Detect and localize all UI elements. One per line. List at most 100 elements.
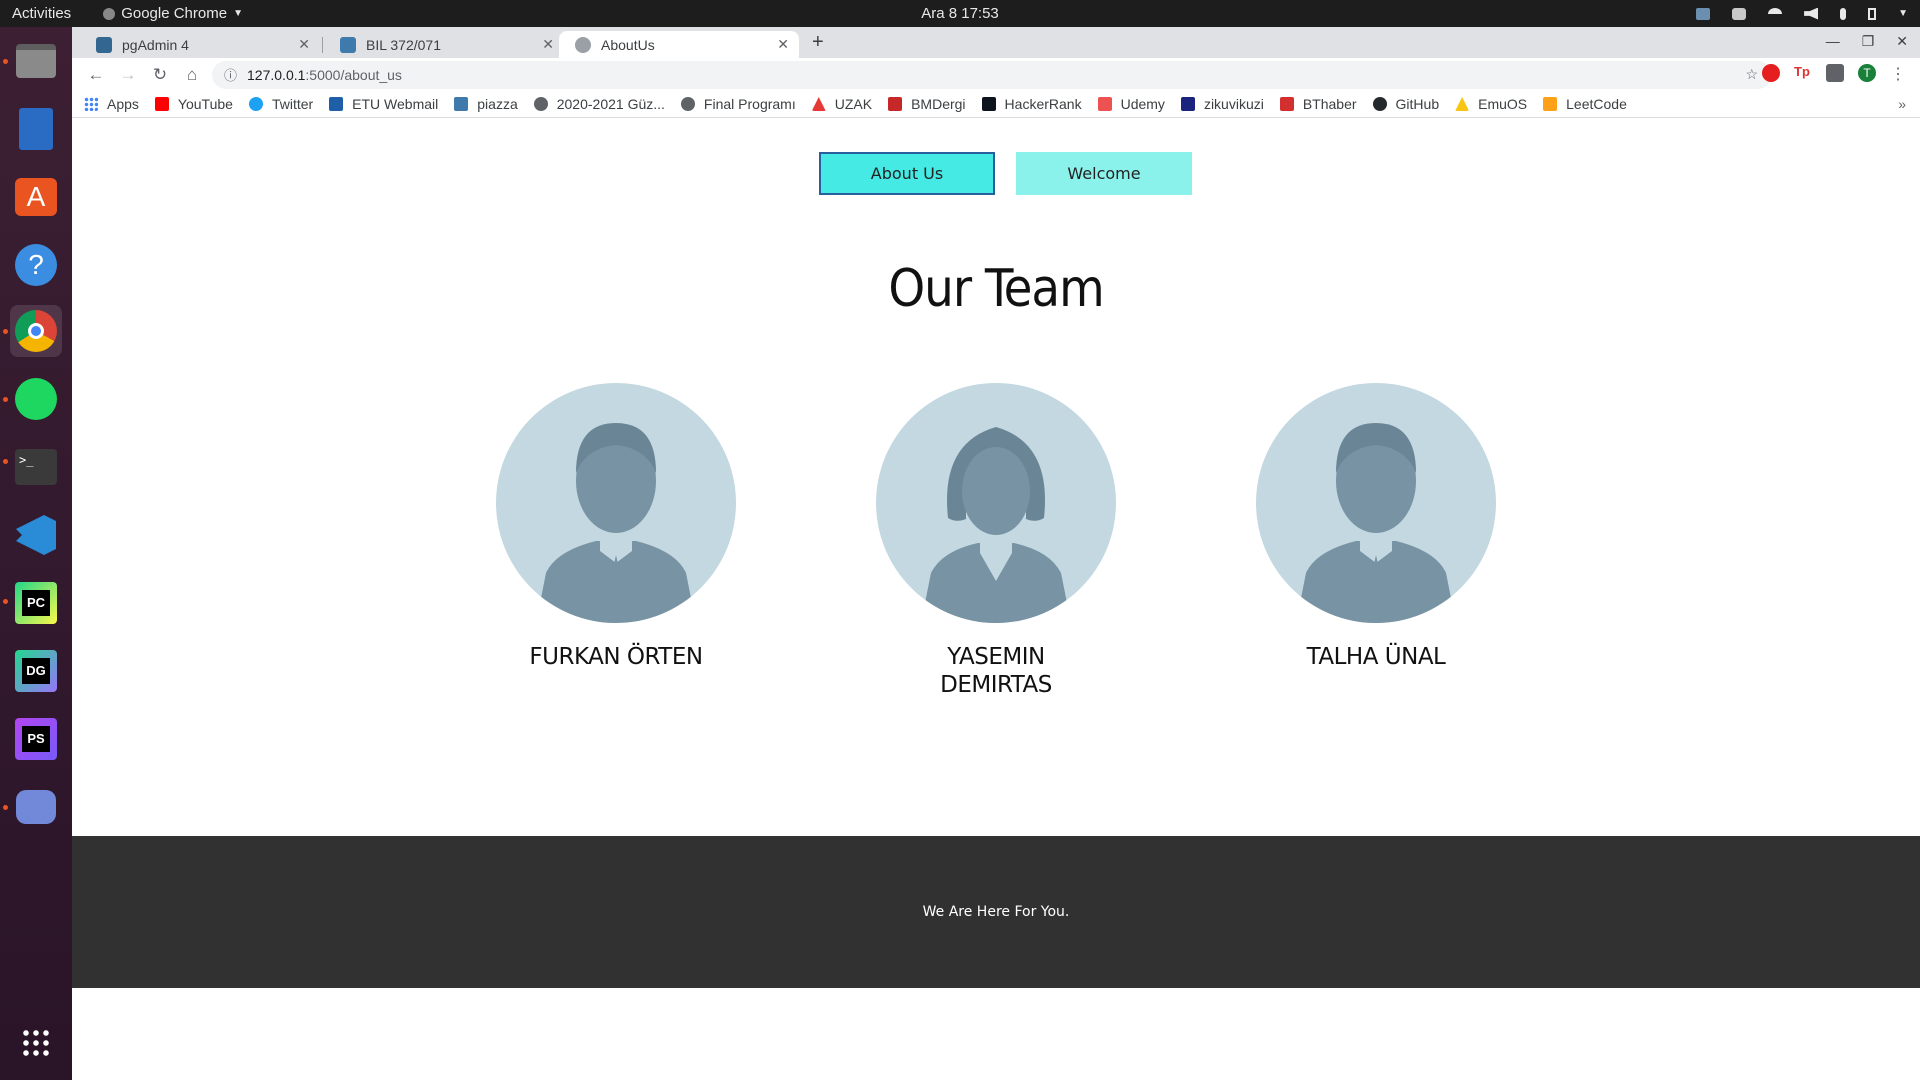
application-dock: A ? >_ PC DG PS <box>0 27 72 1080</box>
member-name: YASEMIN DEMIRTAS <box>940 644 1052 698</box>
back-arrow-icon[interactable]: ← <box>80 65 112 85</box>
chrome-icon[interactable] <box>10 305 62 357</box>
libreoffice-writer-icon[interactable] <box>10 103 62 155</box>
team-member-card: YASEMIN DEMIRTAS <box>876 383 1116 699</box>
bookmark-uzak[interactable]: UZAK <box>811 96 872 112</box>
bookmark-apps[interactable]: Apps <box>84 96 139 112</box>
update-notifier-icon[interactable] <box>1696 7 1711 20</box>
globe-icon <box>680 97 695 111</box>
member-name: FURKAN ÖRTEN <box>529 644 703 670</box>
phpstorm-icon[interactable]: PS <box>10 713 62 765</box>
wifi-icon[interactable] <box>1768 7 1783 20</box>
page-viewport: About Us Welcome Our Team FURKAN ÖRTEN Y… <box>72 131 1920 1080</box>
url-host: 127.0.0.1 <box>247 66 306 83</box>
system-tray[interactable]: ▼ <box>1696 0 1908 27</box>
app-menu[interactable]: Google Chrome ▼ <box>103 5 243 22</box>
translate-extension-icon[interactable]: Tp <box>1794 64 1812 82</box>
show-applications-icon[interactable] <box>10 1017 62 1069</box>
pgadmin-icon <box>96 36 112 53</box>
files-icon[interactable] <box>10 35 62 87</box>
running-indicator <box>3 459 8 464</box>
window-controls: — ❐ ✕ <box>1826 33 1908 50</box>
volume-icon[interactable] <box>1804 7 1819 20</box>
bookmark-emuos[interactable]: EmuOS <box>1455 96 1527 112</box>
home-icon[interactable]: ⌂ <box>176 65 208 85</box>
male-avatar-icon <box>1256 383 1496 623</box>
close-window-icon[interactable]: ✕ <box>1896 33 1908 50</box>
page-footer: We Are Here For You. <box>72 836 1920 988</box>
profile-avatar[interactable]: T <box>1858 64 1876 82</box>
microphone-icon[interactable] <box>1840 7 1847 20</box>
system-top-bar: Activities Google Chrome ▼ Ara 8 17:53 ▼ <box>0 0 1920 27</box>
close-tab-icon[interactable]: ✕ <box>777 36 789 53</box>
tab-pgadmin[interactable]: pgAdmin 4 ✕ <box>80 31 320 58</box>
bookmark-zikuvikuzi[interactable]: zikuvikuzi <box>1180 96 1264 112</box>
bookmarks-overflow-icon[interactable]: » <box>1898 96 1906 112</box>
running-indicator <box>3 397 8 402</box>
female-avatar-icon <box>876 383 1116 623</box>
site-info-icon[interactable]: ⓘ <box>224 65 237 84</box>
webmail-icon <box>329 97 344 111</box>
discord-icon[interactable] <box>10 781 62 833</box>
pycharm-icon[interactable]: PC <box>10 577 62 629</box>
adblock-extension-icon[interactable] <box>1762 64 1780 82</box>
vscode-icon[interactable] <box>10 509 62 561</box>
restore-icon[interactable]: ❐ <box>1862 33 1875 50</box>
uzak-icon <box>811 97 826 111</box>
welcome-button[interactable]: Welcome <box>1016 152 1192 195</box>
chrome-menu-icon[interactable]: ⋮ <box>1890 64 1906 84</box>
apps-grid-icon <box>84 97 98 111</box>
minimize-icon[interactable]: — <box>1826 33 1840 50</box>
udemy-icon <box>1097 97 1112 111</box>
help-icon[interactable]: ? <box>10 239 62 291</box>
bookmark-bthaber[interactable]: BThaber <box>1279 96 1357 112</box>
bookmark-github[interactable]: GitHub <box>1372 96 1439 112</box>
bookmark-twitter[interactable]: Twitter <box>248 96 313 112</box>
tab-title: AboutUs <box>601 36 655 53</box>
page-title: Our Team <box>888 259 1104 319</box>
bookmark-2020-2021[interactable]: 2020-2021 Güz... <box>533 96 665 112</box>
hackerrank-icon <box>981 97 996 111</box>
piazza-icon <box>454 97 469 111</box>
url-path: :5000/about_us <box>305 66 402 83</box>
reload-icon[interactable]: ↻ <box>144 65 176 85</box>
bookmark-hackerrank[interactable]: HackerRank <box>981 96 1082 112</box>
close-tab-icon[interactable]: ✕ <box>298 36 310 53</box>
emuos-icon <box>1455 97 1470 111</box>
leetcode-icon <box>1543 97 1558 111</box>
address-bar[interactable]: ⓘ 127.0.0.1 :5000/about_us ☆ <box>212 60 1772 89</box>
power-menu-icon[interactable]: ▼ <box>1898 8 1908 20</box>
battery-icon[interactable] <box>1868 7 1877 20</box>
about-us-button[interactable]: About Us <box>819 152 995 195</box>
discord-tray-icon[interactable] <box>1732 7 1747 20</box>
youtube-icon <box>154 97 169 111</box>
bmdergi-icon <box>888 97 903 111</box>
bookmark-etu-webmail[interactable]: ETU Webmail <box>329 96 438 112</box>
terminal-icon[interactable]: >_ <box>10 441 62 493</box>
forward-arrow-icon[interactable]: → <box>112 65 144 85</box>
zikuvikuzi-icon <box>1180 97 1195 111</box>
app-menu-label: Google Chrome <box>121 5 228 22</box>
bookmark-youtube[interactable]: YouTube <box>154 96 233 112</box>
clock[interactable]: Ara 8 17:53 <box>921 5 999 22</box>
tab-title: BIL 372/071 <box>366 36 441 53</box>
bookmark-leetcode[interactable]: LeetCode <box>1543 96 1627 112</box>
close-tab-icon[interactable]: ✕ <box>542 36 554 53</box>
software-center-icon[interactable]: A <box>10 171 62 223</box>
bookmark-udemy[interactable]: Udemy <box>1097 96 1165 112</box>
bookmark-final-programi[interactable]: Final Programı <box>680 96 796 112</box>
activities-button[interactable]: Activities <box>12 5 71 22</box>
extensions-puzzle-icon[interactable] <box>1826 64 1844 82</box>
bookmark-piazza[interactable]: piazza <box>454 96 518 112</box>
bookmark-star-icon[interactable]: ☆ <box>1745 66 1758 83</box>
running-indicator <box>3 599 8 604</box>
new-tab-button[interactable]: + <box>812 31 824 54</box>
spotify-icon[interactable] <box>10 373 62 425</box>
tab-aboutus[interactable]: AboutUs ✕ <box>559 31 799 58</box>
bookmark-bmdergi[interactable]: BMDergi <box>888 96 966 112</box>
tab-piazza[interactable]: BIL 372/071 ✕ <box>324 31 564 58</box>
bookmarks-bar: Apps YouTube Twitter ETU Webmail piazza … <box>72 91 1920 118</box>
caret-down-icon: ▼ <box>233 8 243 19</box>
member-name: TALHA ÜNAL <box>1306 644 1446 670</box>
datagrip-icon[interactable]: DG <box>10 645 62 697</box>
